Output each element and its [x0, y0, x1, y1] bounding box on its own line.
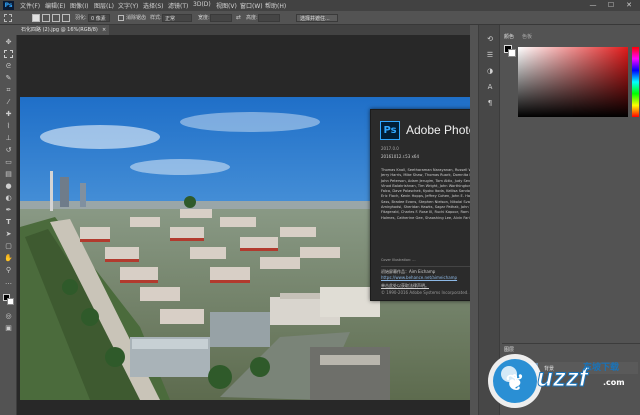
- history-panel-icon[interactable]: ⟲: [485, 35, 495, 44]
- legal-link[interactable]: 单击此处以获取法律声明。: [381, 283, 429, 289]
- zoom-tool-icon[interactable]: ⚲: [4, 266, 13, 274]
- antialias-checkbox[interactable]: [118, 15, 124, 21]
- hue-slider[interactable]: [632, 47, 639, 117]
- document-tab[interactable]: 石化四路 (2).jpg @ 16%(RGB/8) ×: [17, 25, 109, 35]
- quick-mask-icon[interactable]: ◎: [4, 312, 13, 320]
- crop-tool-icon[interactable]: ⌗: [4, 86, 13, 94]
- tab-color[interactable]: 颜色: [504, 33, 514, 40]
- watermark-brand: uzzf: [537, 362, 589, 393]
- swap-icon[interactable]: ⇄: [236, 14, 241, 21]
- feather-input[interactable]: 0 像素: [88, 14, 110, 22]
- intersect-selection-icon[interactable]: [62, 14, 70, 22]
- watermark-tagline: 东坡下载: [583, 363, 620, 373]
- type-tool-icon[interactable]: T: [4, 218, 13, 226]
- photoshop-logo: Ps: [380, 121, 400, 140]
- menu-file[interactable]: 文件(F): [20, 1, 40, 10]
- version-text: 2017.0.0: [381, 146, 399, 151]
- photoshop-logo: Ps: [3, 1, 14, 10]
- menu-type[interactable]: 文字(Y): [118, 1, 138, 10]
- gradient-tool-icon[interactable]: ▤: [4, 170, 13, 178]
- menu-3d[interactable]: 3D(D): [193, 1, 211, 8]
- watermark-domain: .com: [603, 378, 625, 387]
- menu-layer[interactable]: 图层(L): [94, 1, 114, 10]
- width-input[interactable]: [210, 14, 232, 22]
- watermark: ❦ uzzf 东坡下载 .com: [485, 348, 635, 414]
- document-tab-label: 石化四路 (2).jpg @ 16%(RGB/8): [21, 27, 98, 33]
- panel-area: [502, 137, 640, 337]
- panel-gutter: [470, 25, 478, 415]
- right-panels: ⟲ ☰ ◑ A ¶ 颜色 色板 图层 👁 背景 ❦ uzzf 东坡下载 .com: [470, 25, 640, 415]
- add-selection-icon[interactable]: [42, 14, 50, 22]
- eyedropper-tool-icon[interactable]: ⁄: [4, 98, 13, 106]
- move-tool-icon[interactable]: ✥: [4, 38, 13, 46]
- marquee-tool-icon[interactable]: [4, 14, 12, 22]
- menu-bar: Ps 文件(F) 编辑(E) 图像(I) 图层(L) 文字(Y) 选择(S) 滤…: [0, 0, 640, 11]
- tab-swatches[interactable]: 色板: [522, 33, 532, 40]
- document-tab-bar: 石化四路 (2).jpg @ 16%(RGB/8) ×: [17, 25, 470, 35]
- menu-window[interactable]: 窗口(W): [240, 1, 263, 10]
- brush-tool-icon[interactable]: ⌇: [4, 122, 13, 130]
- blur-tool-icon[interactable]: ●: [4, 182, 13, 190]
- menu-select[interactable]: 选择(S): [143, 1, 164, 10]
- build-text: 20161012.r.53 x64: [381, 154, 419, 159]
- height-input[interactable]: [258, 14, 280, 22]
- feather-value: 0 像素: [91, 16, 106, 22]
- screen-mode-icon[interactable]: ▣: [4, 324, 13, 332]
- refine-label: 选择并遮住...: [300, 16, 330, 22]
- lasso-tool-icon[interactable]: ᘓ: [4, 62, 13, 70]
- style-label: 样式:: [150, 15, 162, 21]
- minimize-icon[interactable]: —: [584, 0, 602, 11]
- background-color-swatch[interactable]: [7, 298, 14, 305]
- color-field[interactable]: [518, 47, 628, 117]
- stamp-tool-icon[interactable]: ⊥: [4, 134, 13, 142]
- subtract-selection-icon[interactable]: [52, 14, 60, 22]
- menu-view[interactable]: 视图(V): [216, 1, 237, 10]
- height-label: 高度:: [246, 15, 258, 21]
- more-tools-icon[interactable]: …: [4, 278, 13, 286]
- menu-filter[interactable]: 滤镜(T): [168, 1, 188, 10]
- author-link[interactable]: https://www.behance.net/aimeichamp: [381, 275, 457, 280]
- watermark-logo-icon: ❦: [488, 354, 542, 408]
- adjustments-panel-icon[interactable]: ◑: [485, 67, 495, 76]
- quick-select-tool-icon[interactable]: ✎: [4, 74, 13, 82]
- refine-edge-button[interactable]: 选择并遮住...: [296, 14, 338, 22]
- feather-label: 羽化:: [75, 15, 87, 21]
- tools-panel: ✥ ᘓ ✎ ⌗ ⁄ ✚ ⌇ ⊥ ↺ ▭ ▤ ● ◐ ✒ T ➤ ▢ ✋ ⚲ … …: [0, 35, 17, 415]
- style-select[interactable]: 正常: [162, 14, 192, 22]
- svg-text:❦: ❦: [506, 370, 524, 395]
- path-select-tool-icon[interactable]: ➤: [4, 230, 13, 238]
- tab-close-icon[interactable]: ×: [102, 25, 106, 35]
- maximize-icon[interactable]: ☐: [602, 0, 620, 11]
- width-label: 宽度:: [198, 15, 210, 21]
- menu-help[interactable]: 帮助(H): [265, 1, 286, 10]
- marquee-tool-icon[interactable]: [4, 50, 13, 58]
- menu-image[interactable]: 图像(I): [70, 1, 88, 10]
- hand-tool-icon[interactable]: ✋: [4, 254, 13, 262]
- history-brush-tool-icon[interactable]: ↺: [4, 146, 13, 154]
- options-bar: 羽化: 0 像素 消除锯齿 样式: 正常 宽度: ⇄ 高度: 选择并遮住...: [0, 11, 640, 25]
- eraser-tool-icon[interactable]: ▭: [4, 158, 13, 166]
- properties-panel-icon[interactable]: ☰: [485, 51, 495, 60]
- character-panel-icon[interactable]: A: [485, 83, 495, 92]
- antialias-label: 消除锯齿: [126, 15, 147, 21]
- style-value: 正常: [165, 16, 176, 22]
- close-icon[interactable]: ✕: [620, 0, 638, 11]
- shape-tool-icon[interactable]: ▢: [4, 242, 13, 250]
- healing-tool-icon[interactable]: ✚: [4, 110, 13, 118]
- dodge-tool-icon[interactable]: ◐: [4, 194, 13, 202]
- background-swatch[interactable]: [508, 49, 516, 57]
- menu-edit[interactable]: 编辑(E): [45, 1, 65, 10]
- pen-tool-icon[interactable]: ✒: [4, 206, 13, 214]
- paragraph-panel-icon[interactable]: ¶: [485, 99, 495, 108]
- new-selection-icon[interactable]: [32, 14, 40, 22]
